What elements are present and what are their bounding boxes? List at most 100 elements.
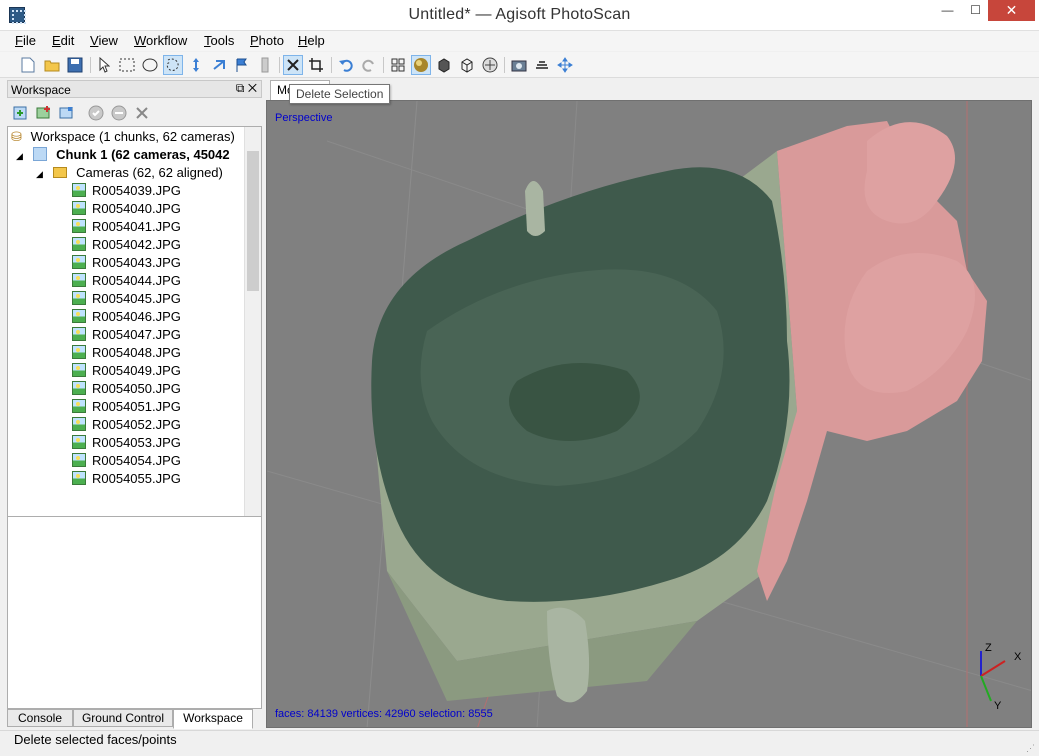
status-text: Delete selected faces/points	[14, 732, 177, 747]
show-cameras-icon[interactable]	[509, 55, 529, 75]
camera-image-label: R0054050.JPG	[92, 381, 181, 396]
tree-vertical-scrollbar[interactable]	[244, 127, 261, 559]
menu-bar: File Edit View Workflow Tools Photo Help	[0, 31, 1039, 51]
menu-tools-label: ools	[210, 33, 235, 48]
minimize-button[interactable]: —	[933, 0, 962, 21]
close-panel-icon[interactable]: ✕	[248, 81, 257, 95]
image-icon	[72, 273, 86, 287]
menu-file[interactable]: File	[15, 33, 36, 48]
tab-console[interactable]: Console	[7, 709, 73, 727]
camera-image-item[interactable]: R0054046.JPG	[72, 308, 181, 326]
menu-workflow-accel: W	[134, 33, 147, 48]
save-icon[interactable]	[65, 55, 85, 75]
tree-root-workspace[interactable]: ⛁ Workspace (1 chunks, 62 cameras)	[11, 128, 235, 146]
camera-image-item[interactable]: R0054045.JPG	[72, 290, 181, 308]
delete-selection-icon[interactable]	[283, 55, 303, 75]
textured-icon[interactable]	[480, 55, 500, 75]
menu-edit[interactable]: Edit	[52, 33, 74, 48]
shaded-icon[interactable]	[411, 55, 431, 75]
show-ground-control-icon[interactable]	[532, 55, 552, 75]
tree-chunk-1[interactable]: ◢ Chunk 1 (62 cameras, 45042	[16, 146, 230, 164]
pointer-icon[interactable]	[94, 55, 114, 75]
camera-image-item[interactable]: R0054052.JPG	[72, 416, 181, 434]
menu-help[interactable]: Help	[298, 33, 325, 48]
rectangle-selection-icon[interactable]	[117, 55, 137, 75]
camera-image-item[interactable]: R0054054.JPG	[72, 452, 181, 470]
menu-view-label: iew	[98, 33, 118, 48]
camera-image-item[interactable]: R0054050.JPG	[72, 380, 181, 398]
camera-image-item[interactable]: R0054044.JPG	[72, 272, 181, 290]
tab-ground-control[interactable]: Ground Control	[73, 709, 173, 727]
collapse-arrow-icon[interactable]: ◢	[36, 169, 43, 179]
add-photos-icon[interactable]	[34, 104, 52, 122]
chunk-label: Chunk 1 (62 cameras, 45042	[56, 147, 230, 162]
camera-image-label: R0054044.JPG	[92, 273, 181, 288]
wireframe-icon[interactable]	[457, 55, 477, 75]
panel-controls: ⧉ ✕	[236, 81, 257, 96]
camera-image-item[interactable]: R0054048.JPG	[72, 344, 181, 362]
model-viewport[interactable]: Perspective faces: 84139 vertices: 42960…	[266, 100, 1032, 728]
tree-cameras-folder[interactable]: ◢ Cameras (62, 62 aligned)	[36, 164, 223, 182]
camera-image-label: R0054053.JPG	[92, 435, 181, 450]
status-bar: Delete selected faces/points ⋰	[0, 730, 1039, 756]
open-folder-icon[interactable]	[42, 55, 62, 75]
solid-icon[interactable]	[434, 55, 454, 75]
projection-label: Perspective	[275, 112, 333, 124]
camera-image-label: R0054052.JPG	[92, 417, 181, 432]
tab-workspace[interactable]: Workspace	[173, 709, 253, 729]
image-icon	[72, 471, 86, 485]
reset-view-icon[interactable]	[555, 55, 575, 75]
menu-workflow[interactable]: Workflow	[134, 33, 187, 48]
workspace-icon: ⛁	[11, 129, 22, 144]
disable-camera-icon[interactable]	[110, 104, 128, 122]
remove-item-icon[interactable]	[133, 104, 151, 122]
toolbar-separator	[504, 57, 505, 73]
camera-image-item[interactable]: R0054055.JPG	[72, 470, 181, 488]
camera-image-item[interactable]: R0054041.JPG	[72, 218, 181, 236]
window-title: Untitled* — Agisoft PhotoScan	[408, 6, 631, 23]
menu-photo[interactable]: Photo	[250, 33, 284, 48]
image-icon	[72, 291, 86, 305]
workspace-toolbar	[7, 100, 262, 126]
add-markers-icon[interactable]	[57, 104, 75, 122]
image-icon	[72, 453, 86, 467]
free-form-selection-icon[interactable]	[163, 55, 183, 75]
maximize-button[interactable]: ☐	[961, 0, 990, 21]
camera-image-label: R0054045.JPG	[92, 291, 181, 306]
close-button[interactable]: ✕	[988, 0, 1035, 21]
camera-image-item[interactable]: R0054040.JPG	[72, 200, 181, 218]
tree-root-label: Workspace (1 chunks, 62 cameras)	[30, 129, 235, 144]
collapse-arrow-icon[interactable]: ◢	[16, 151, 23, 161]
add-chunk-icon[interactable]	[11, 104, 29, 122]
image-icon	[72, 345, 86, 359]
workspace-panel-header: Workspace ⧉ ✕	[7, 80, 262, 98]
camera-image-item[interactable]: R0054047.JPG	[72, 326, 181, 344]
resize-grip-icon[interactable]: ⋰	[1026, 743, 1035, 754]
main-toolbar	[0, 52, 1039, 78]
delete-selection-tooltip: Delete Selection	[289, 84, 391, 104]
enable-camera-icon[interactable]	[87, 104, 105, 122]
camera-image-item[interactable]: R0054049.JPG	[72, 362, 181, 380]
menu-help-label: elp	[307, 33, 325, 48]
camera-image-item[interactable]: R0054042.JPG	[72, 236, 181, 254]
crop-selection-icon[interactable]	[306, 55, 326, 75]
move-region-icon[interactable]	[186, 55, 206, 75]
new-file-icon[interactable]	[18, 55, 38, 75]
camera-image-item[interactable]: R0054039.JPG	[72, 182, 181, 200]
menu-tools[interactable]: Tools	[204, 33, 234, 48]
circle-selection-icon[interactable]	[140, 55, 160, 75]
resize-region-icon[interactable]	[232, 55, 252, 75]
vertical-scroll-thumb[interactable]	[247, 151, 259, 291]
redo-icon[interactable]	[359, 55, 379, 75]
point-cloud-icon[interactable]	[388, 55, 408, 75]
float-panel-icon[interactable]: ⧉	[236, 81, 245, 95]
image-icon	[72, 363, 86, 377]
camera-image-item[interactable]: R0054043.JPG	[72, 254, 181, 272]
undo-icon[interactable]	[336, 55, 356, 75]
image-icon	[72, 381, 86, 395]
camera-image-item[interactable]: R0054051.JPG	[72, 398, 181, 416]
navigation-icon[interactable]	[255, 55, 275, 75]
camera-image-item[interactable]: R0054053.JPG	[72, 434, 181, 452]
menu-view[interactable]: View	[90, 33, 118, 48]
rotate-region-icon[interactable]	[209, 55, 229, 75]
